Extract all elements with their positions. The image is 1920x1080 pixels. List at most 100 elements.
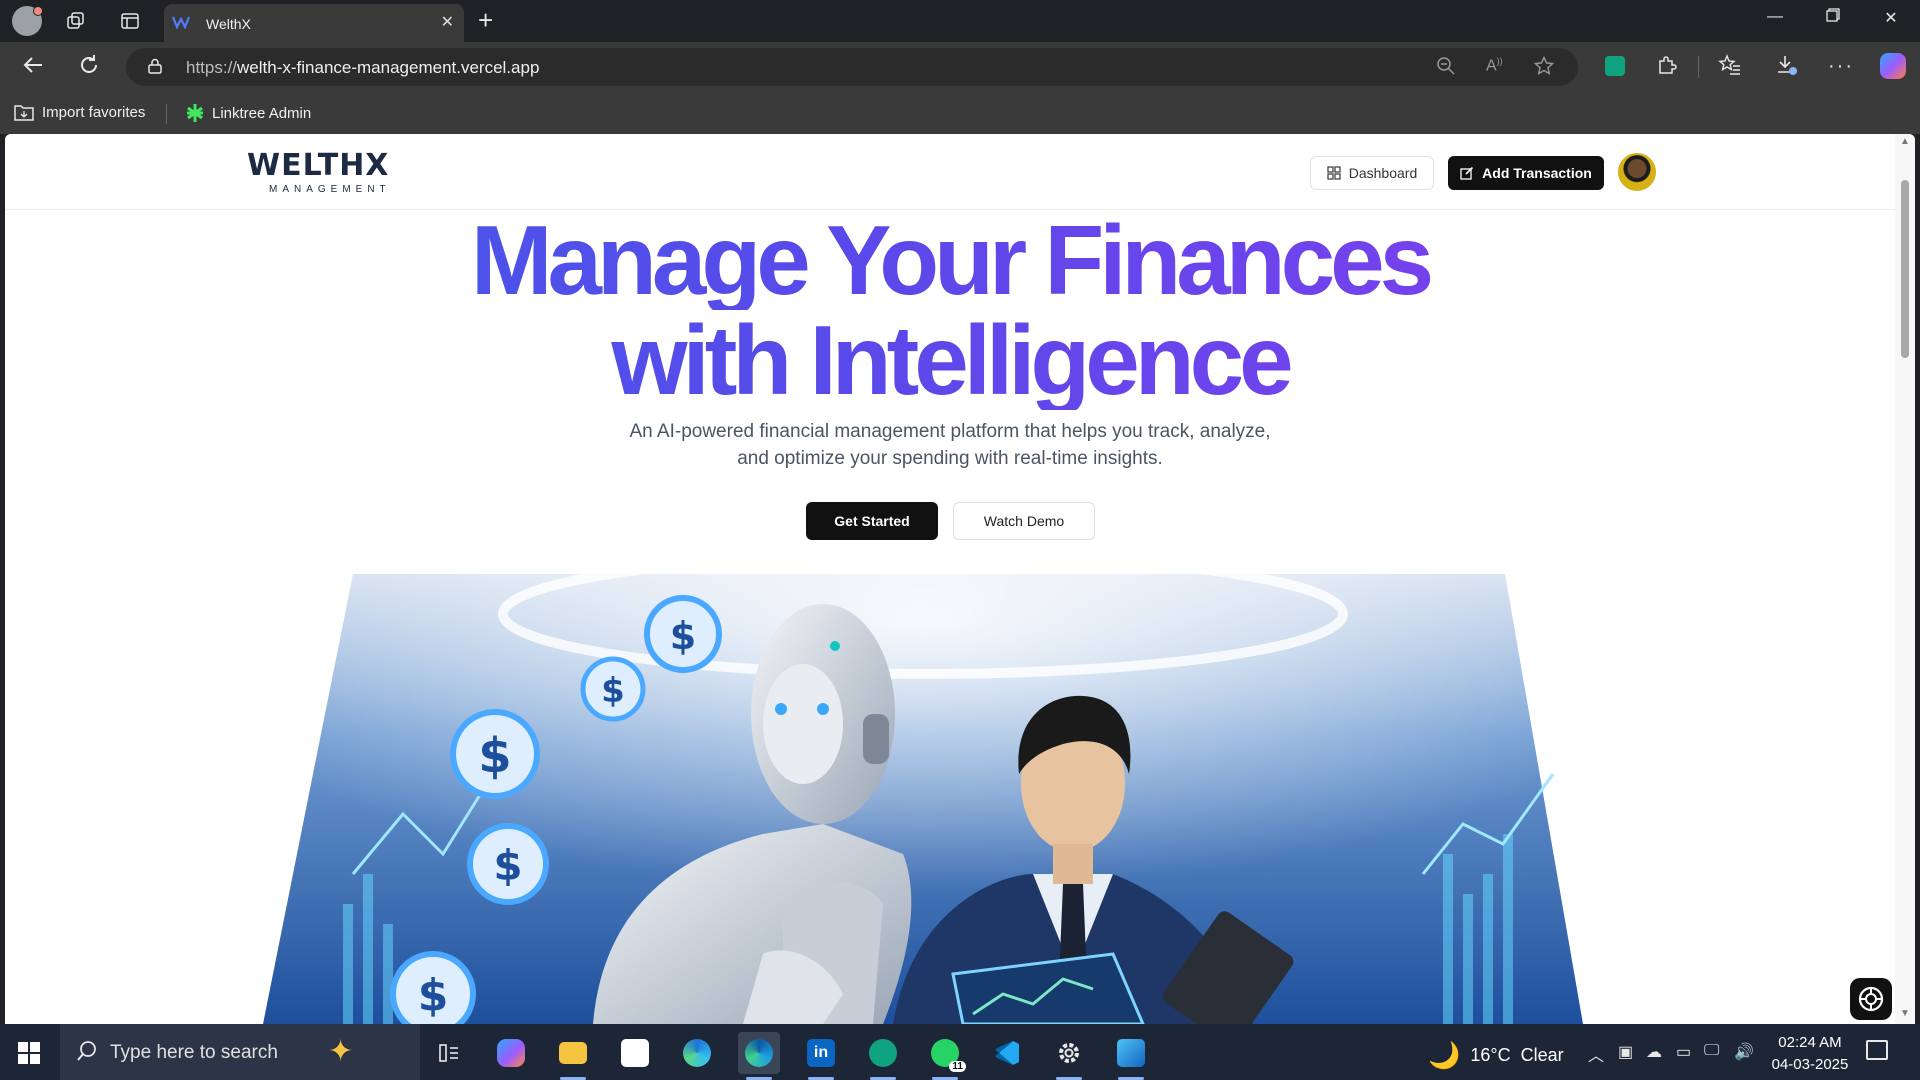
zoom-out-icon[interactable] — [1436, 56, 1456, 81]
minimize-icon[interactable]: — — [1755, 8, 1795, 26]
bookmark-linktree-admin[interactable]: Linktree Admin — [186, 103, 311, 123]
hero-title-line-1: Manage Your Finances — [5, 210, 1895, 310]
tab-title: WelthX — [206, 16, 251, 32]
notification-center-icon[interactable] — [1866, 1040, 1888, 1060]
favorites-list-icon[interactable] — [1718, 54, 1742, 82]
url-text[interactable]: https://welth-x-finance-management.verce… — [186, 58, 539, 78]
weather-widget[interactable]: 🌙 16°C Clear — [1428, 1040, 1564, 1071]
linkedin-icon[interactable]: in — [800, 1032, 842, 1080]
dashboard-grid-icon — [1327, 166, 1341, 180]
scrollbar-thumb[interactable] — [1901, 180, 1909, 358]
page-viewport: WELTHX MANAGEMENT Dashboard Add Transact… — [5, 134, 1915, 1024]
tab-close-icon[interactable]: ✕ — [441, 12, 454, 32]
onedrive-cloud-icon[interactable]: ☁ — [1646, 1042, 1662, 1062]
windows-taskbar: Type here to search ✦ in 11 🌙 16°C Clear… — [0, 1024, 1920, 1080]
site-header: WELTHX MANAGEMENT Dashboard Add Transact… — [5, 134, 1895, 210]
search-placeholder: Type here to search — [110, 1042, 278, 1063]
logo-wordmark: WELTHX — [247, 148, 390, 183]
edit-pen-icon — [1460, 166, 1474, 180]
add-transaction-button[interactable]: Add Transaction — [1448, 156, 1604, 190]
bookmark-label: Import favorites — [42, 103, 146, 121]
battery-icon[interactable]: ▭ — [1676, 1042, 1691, 1062]
chatgpt-extension-icon[interactable] — [1605, 56, 1625, 76]
vscode-icon[interactable] — [986, 1032, 1028, 1074]
dashboard-label: Dashboard — [1348, 165, 1418, 181]
vertical-tabs-icon[interactable] — [116, 7, 144, 35]
scroll-down-arrow-icon[interactable]: ▼ — [1900, 1008, 1910, 1019]
svg-text:$: $ — [601, 671, 625, 711]
svg-text:$: $ — [670, 614, 696, 658]
logo-subtitle: MANAGEMENT — [269, 184, 391, 195]
browser-toolbar: https://welth-x-finance-management.verce… — [0, 42, 1920, 94]
svg-text:$: $ — [493, 841, 522, 890]
welthx-favicon-icon — [171, 15, 191, 31]
moon-weather-icon: 🌙 — [1428, 1040, 1461, 1070]
bookmark-label: Linktree Admin — [212, 104, 312, 122]
add-transaction-label: Add Transaction — [1482, 165, 1592, 181]
dashboard-button[interactable]: Dashboard — [1310, 156, 1434, 190]
downloads-icon[interactable] — [1776, 54, 1798, 82]
watch-demo-button[interactable]: Watch Demo — [953, 502, 1095, 540]
meet-now-icon[interactable]: ▣ — [1618, 1042, 1633, 1062]
task-view-icon[interactable] — [428, 1032, 470, 1074]
restore-icon[interactable] — [1813, 8, 1853, 27]
more-menu-icon[interactable]: ··· — [1828, 54, 1854, 78]
settings-gear-icon[interactable] — [1048, 1032, 1090, 1080]
favorite-star-icon[interactable] — [1533, 55, 1555, 81]
whatsapp-unread-badge: 11 — [949, 1061, 966, 1072]
scroll-up-arrow-icon[interactable]: ▲ — [1900, 136, 1910, 147]
extensions-puzzle-icon[interactable] — [1656, 54, 1678, 82]
lock-icon[interactable] — [148, 58, 162, 74]
copilot-icon[interactable] — [1880, 53, 1906, 79]
svg-text:$: $ — [478, 728, 511, 784]
hero-title: Manage Your Finances with Intelligence — [5, 210, 1895, 410]
search-icon — [76, 1040, 98, 1067]
close-window-icon[interactable]: ✕ — [1871, 8, 1911, 28]
workspaces-icon[interactable] — [62, 7, 90, 35]
hero-title-line-2: with Intelligence — [5, 310, 1895, 410]
file-explorer-icon[interactable] — [552, 1032, 594, 1080]
profile-avatar-icon[interactable] — [12, 6, 43, 36]
whatsapp-icon[interactable]: 11 — [924, 1032, 966, 1080]
browser-tab-active[interactable]: WelthX ✕ — [164, 4, 464, 42]
chatbot-widget-icon[interactable] — [1850, 978, 1892, 1020]
bookmark-divider — [166, 104, 167, 124]
show-hidden-icons-chevron-icon[interactable]: ︿ — [1588, 1042, 1604, 1066]
address-bar[interactable]: https://welth-x-finance-management.verce… — [126, 48, 1578, 86]
taskbar-search-box[interactable]: Type here to search ✦ — [60, 1024, 420, 1080]
url-host: welth-x-finance-management.vercel.app — [237, 58, 540, 77]
edge-browser-icon[interactable] — [738, 1032, 780, 1080]
new-tab-icon[interactable]: + — [478, 6, 493, 34]
photos-app-icon[interactable] — [1110, 1032, 1152, 1080]
welthx-logo[interactable]: WELTHX MANAGEMENT — [247, 148, 417, 198]
microsoft-store-icon[interactable] — [614, 1032, 656, 1074]
network-icon[interactable]: 🖵 — [1704, 1042, 1719, 1060]
weather-temperature: 16°C — [1470, 1045, 1511, 1065]
windows-start-icon[interactable] — [18, 1042, 40, 1064]
search-highlight-icon: ✦ — [328, 1035, 354, 1068]
bookmark-import-favorites[interactable]: Import favorites — [14, 103, 145, 121]
hero-banner-image: $ $ $ $ $ — [263, 549, 1583, 1024]
weather-condition: Clear — [1520, 1045, 1564, 1065]
copilot-taskbar-icon[interactable] — [490, 1032, 532, 1074]
read-aloud-icon[interactable]: A)) — [1486, 56, 1503, 75]
volume-icon[interactable]: 🔊 — [1734, 1042, 1754, 1062]
get-started-button[interactable]: Get Started — [806, 502, 938, 540]
url-prefix: https:// — [186, 58, 238, 77]
clock-time: 02:24 AM — [1778, 1034, 1842, 1051]
chatgpt-app-icon[interactable] — [862, 1032, 904, 1080]
refresh-icon[interactable] — [78, 54, 100, 81]
import-folder-icon — [14, 105, 34, 121]
page-scrollbar[interactable]: ▲ ▼ — [1895, 134, 1915, 1024]
toolbar-divider — [1698, 56, 1699, 78]
browser-titlebar: WelthX ✕ + — ✕ — [0, 0, 1920, 42]
svg-text:$: $ — [418, 970, 449, 1021]
hero-subtitle: An AI-powered financial management platf… — [629, 421, 1271, 469]
system-clock[interactable]: 02:24 AM 04-03-2025 — [1770, 1032, 1850, 1076]
bookmarks-bar: Import favorites Linktree Admin — [0, 94, 1920, 134]
linktree-asterisk-icon — [187, 104, 203, 122]
user-avatar[interactable] — [1618, 153, 1656, 191]
back-icon[interactable] — [22, 54, 44, 81]
clock-date: 04-03-2025 — [1771, 1056, 1849, 1073]
edge-dev-icon[interactable] — [676, 1032, 718, 1074]
